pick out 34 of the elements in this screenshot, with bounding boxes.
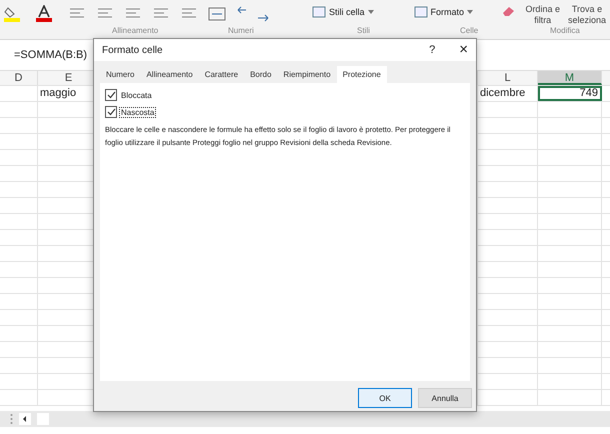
tab[interactable]: Carattere bbox=[198, 66, 244, 83]
column-header[interactable]: D bbox=[0, 71, 38, 85]
find-select-button[interactable]: Trova e seleziona bbox=[568, 4, 606, 26]
grip-icon bbox=[10, 414, 13, 424]
tab[interactable]: Allineamento bbox=[140, 66, 199, 83]
checkbox[interactable] bbox=[105, 89, 117, 101]
dialog-button[interactable]: Annulla bbox=[418, 388, 472, 408]
ribbon-group-label: Modifica bbox=[550, 26, 580, 35]
ribbon-group-label: Numeri bbox=[228, 26, 254, 35]
ribbon-tool[interactable]: Formato bbox=[414, 6, 474, 18]
merge-icon[interactable] bbox=[208, 7, 226, 21]
help-button[interactable]: ? bbox=[429, 44, 436, 56]
window-title: Formato celle bbox=[102, 44, 163, 56]
scroll-left-icon[interactable] bbox=[19, 413, 31, 425]
formula-field[interactable]: =SOMMA(B:B) bbox=[10, 47, 92, 63]
ribbon-group-label: Stili bbox=[357, 26, 370, 35]
dialog-button[interactable]: OK bbox=[358, 388, 412, 408]
sort-filter-button[interactable]: Ordina e filtra bbox=[525, 4, 560, 26]
ribbon-group-label: Celle bbox=[460, 26, 478, 35]
table-cell: dicembre bbox=[478, 86, 538, 101]
checkbox[interactable] bbox=[105, 106, 117, 118]
column-header[interactable]: M bbox=[538, 71, 602, 85]
table-style-icon bbox=[414, 6, 428, 18]
ribbon-tool[interactable]: Stili cella bbox=[312, 6, 374, 18]
tab[interactable]: Riempimento bbox=[277, 66, 337, 83]
tab[interactable]: Numero bbox=[100, 66, 140, 83]
ribbon-group-label: Allineamento bbox=[112, 26, 158, 35]
checkbox-label[interactable]: Bloccata bbox=[120, 90, 153, 100]
tab[interactable]: Bordo bbox=[244, 66, 278, 83]
close-button[interactable]: × bbox=[459, 43, 468, 57]
checkbox-label[interactable]: Nascosta bbox=[120, 108, 156, 116]
table-style-icon bbox=[312, 6, 326, 18]
table-cell: 749 bbox=[538, 86, 602, 101]
tab[interactable]: Protezione bbox=[336, 66, 387, 83]
